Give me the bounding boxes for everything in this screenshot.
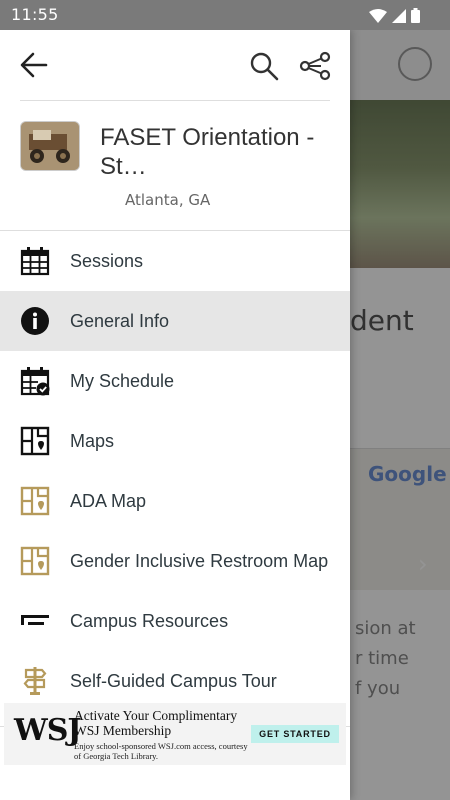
menu-item-maps[interactable]: Maps: [0, 411, 350, 471]
map-pin-gold-icon: [19, 545, 51, 577]
get-started-button[interactable]: GET STARTED: [251, 725, 339, 743]
menu-item-general-info[interactable]: General Info: [0, 291, 350, 351]
georgia-tech-logo-icon: [19, 605, 51, 637]
signal-icon: [392, 9, 406, 23]
menu-item-label: Gender Inclusive Restroom Map: [70, 550, 329, 571]
share-button[interactable]: [298, 50, 332, 82]
menu-item-ada-map[interactable]: ADA Map: [0, 471, 350, 531]
event-name: FASET Orientation - St…: [100, 124, 315, 180]
menu-item-campus-resources[interactable]: Campus Resources: [0, 591, 350, 651]
menu-item-sessions[interactable]: Sessions: [0, 231, 350, 291]
menu-item-label: Campus Resources: [70, 610, 229, 631]
navigation-drawer: FASET Orientation - St… Atlanta, GA Sess…: [0, 30, 350, 800]
menu-item-label: General Info: [70, 310, 170, 331]
network-share-icon: [299, 51, 331, 81]
drawer-toolbar: [0, 30, 350, 100]
ad-subtext: Enjoy school-sponsored WSJ.com access, c…: [74, 741, 248, 761]
event-location: Atlanta, GA: [125, 191, 211, 209]
status-bar: 11:55: [0, 0, 450, 30]
calendar-grid-icon: [19, 245, 51, 277]
signpost-icon: [19, 665, 51, 697]
event-header[interactable]: FASET Orientation - St… Atlanta, GA: [0, 101, 350, 231]
menu-item-label: Maps: [70, 430, 115, 451]
map-pin-gold-icon: [19, 485, 51, 517]
wsj-logo: WSJ: [14, 713, 82, 748]
event-thumbnail: [20, 121, 80, 171]
ad-banner[interactable]: WSJ Activate Your Complimentary WSJ Memb…: [4, 703, 346, 765]
vintage-car-image: [21, 122, 79, 170]
menu-item-my-schedule[interactable]: My Schedule: [0, 351, 350, 411]
menu-item-label: Sessions: [70, 250, 144, 271]
info-icon: [19, 305, 51, 337]
status-time: 11:55: [11, 5, 59, 24]
search-button[interactable]: [248, 50, 280, 82]
search-icon: [250, 52, 279, 81]
battery-icon: [411, 8, 420, 23]
map-icon: [19, 425, 51, 457]
calendar-check-icon: [19, 365, 51, 397]
wifi-icon: [369, 9, 387, 23]
menu-item-self-guided-campus-tour[interactable]: Self-Guided Campus Tour: [0, 651, 350, 711]
status-icons: [369, 8, 420, 23]
arrow-left-icon: [20, 52, 48, 78]
ad-headline: Activate Your Complimentary WSJ Membersh…: [74, 708, 238, 738]
menu-item-label: Self-Guided Campus Tour: [70, 670, 277, 691]
back-button[interactable]: [18, 50, 50, 80]
drawer-menu: Sessions General Info My Schedule Maps A…: [0, 231, 350, 711]
menu-item-gender-inclusive-restroom-map[interactable]: Gender Inclusive Restroom Map: [0, 531, 350, 591]
menu-item-label: ADA Map: [70, 490, 147, 511]
menu-item-label: My Schedule: [70, 370, 175, 391]
